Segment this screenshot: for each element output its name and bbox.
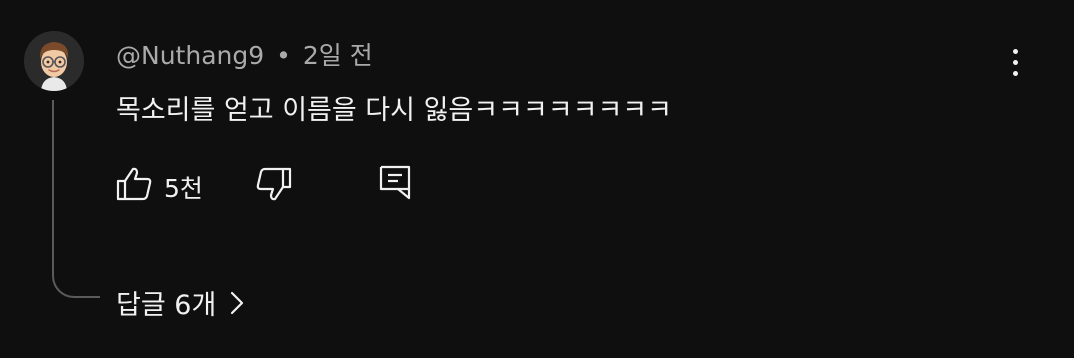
- more-vertical-icon[interactable]: [998, 42, 1032, 82]
- comment-header: @Nuthang9 • 2일 전: [116, 36, 373, 72]
- replies-label: 답글 6개: [116, 290, 217, 321]
- thumbs-down-icon: [256, 167, 292, 201]
- like-count: 5천: [164, 174, 203, 203]
- comment-time[interactable]: 2일 전: [303, 41, 373, 70]
- view-replies-button[interactable]: 답글 6개: [116, 283, 244, 322]
- memoji-avatar-icon: [24, 31, 84, 91]
- dislike-button[interactable]: [254, 166, 294, 202]
- thumbs-up-icon: [116, 167, 152, 201]
- chevron-right-icon: [231, 291, 244, 314]
- like-button[interactable]: [116, 166, 156, 202]
- author-name[interactable]: @Nuthang9: [116, 41, 264, 70]
- separator-dot: •: [276, 41, 291, 70]
- avatar[interactable]: [24, 31, 84, 91]
- reply-button[interactable]: [378, 164, 414, 202]
- thread-line: [52, 100, 100, 298]
- reply-comment-icon: [379, 165, 411, 200]
- comment-text: 목소리를 얻고 이름을 다시 잃음ㅋㅋㅋㅋㅋㅋㅋㅋ: [116, 95, 672, 126]
